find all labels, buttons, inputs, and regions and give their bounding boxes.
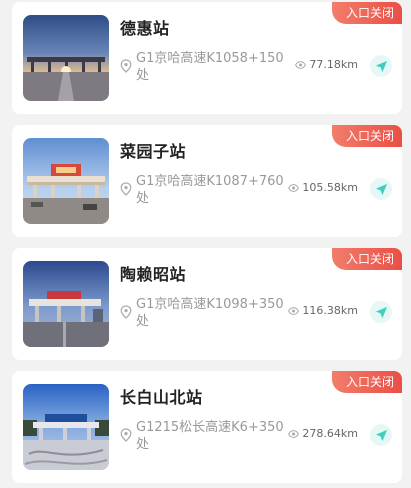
distance-value: 116.38km <box>302 304 358 317</box>
station-name: 长白山北站 <box>120 388 203 407</box>
status-badge: 入口关闭 <box>331 125 402 147</box>
eye-icon <box>288 307 300 315</box>
map-pin-icon <box>120 428 132 442</box>
station-distance: 116.38km <box>288 304 358 318</box>
station-address: G1215松长高速K6+350处 <box>136 420 284 452</box>
navigation-arrow-icon <box>375 306 387 318</box>
status-badge: 入口关闭 <box>331 2 402 24</box>
map-pin-icon <box>120 59 132 73</box>
station-distance: 105.58km <box>288 181 358 195</box>
navigate-button[interactable] <box>370 424 392 446</box>
navigation-arrow-icon <box>375 60 387 72</box>
distance-value: 278.64km <box>302 427 358 440</box>
station-list: 德惠站 入口关闭 G1京哈高速K1058+150处 77.18km 菜园子站 入… <box>0 0 411 488</box>
navigate-button[interactable] <box>370 301 392 323</box>
station-photo <box>23 138 109 224</box>
map-pin-icon <box>120 182 132 196</box>
navigate-button[interactable] <box>370 55 392 77</box>
station-card[interactable]: 陶赖昭站 入口关闭 G1京哈高速K1098+350处 116.38km <box>12 248 402 360</box>
status-badge: 入口关闭 <box>331 371 402 393</box>
navigate-button[interactable] <box>370 178 392 200</box>
distance-value: 105.58km <box>302 181 358 194</box>
station-distance: 77.18km <box>295 58 358 72</box>
status-badge: 入口关闭 <box>331 248 402 270</box>
station-address: G1京哈高速K1087+760处 <box>136 174 284 206</box>
eye-icon <box>288 430 300 438</box>
station-address: G1京哈高速K1098+350处 <box>136 297 284 329</box>
distance-value: 77.18km <box>309 58 358 71</box>
station-photo <box>23 384 109 470</box>
navigation-arrow-icon <box>375 429 387 441</box>
station-name: 德惠站 <box>120 19 170 38</box>
station-card[interactable]: 德惠站 入口关闭 G1京哈高速K1058+150处 77.18km <box>12 2 402 114</box>
station-card[interactable]: 长白山北站 入口关闭 G1215松长高速K6+350处 278.64km <box>12 371 402 483</box>
station-distance: 278.64km <box>288 427 358 441</box>
navigation-arrow-icon <box>375 183 387 195</box>
station-name: 菜园子站 <box>120 142 187 161</box>
station-photo <box>23 261 109 347</box>
station-name: 陶赖昭站 <box>120 265 187 284</box>
map-pin-icon <box>120 305 132 319</box>
eye-icon <box>288 184 300 192</box>
station-card[interactable]: 菜园子站 入口关闭 G1京哈高速K1087+760处 105.58km <box>12 125 402 237</box>
eye-icon <box>295 61 307 69</box>
station-photo <box>23 15 109 101</box>
station-address: G1京哈高速K1058+150处 <box>136 51 284 83</box>
